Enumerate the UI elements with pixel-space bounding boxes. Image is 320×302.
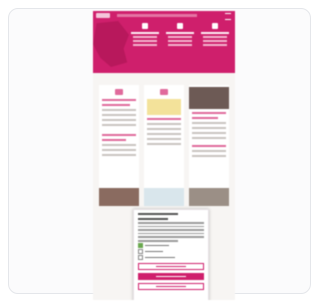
building-icon [212, 23, 218, 29]
cookie-option[interactable] [138, 255, 204, 261]
cookie-consent-dialog [133, 209, 209, 300]
region-map [93, 21, 129, 67]
cookie-option[interactable] [138, 243, 204, 249]
row-photo-1[interactable] [99, 188, 139, 206]
dialog-title [138, 213, 178, 215]
arrow-icon [177, 23, 183, 29]
header-bar [117, 14, 197, 17]
website-screenshot [93, 11, 235, 300]
calendar-icon [115, 89, 123, 95]
row-photo-2[interactable] [144, 188, 184, 206]
hero-banner [93, 11, 235, 73]
photo-icon [189, 87, 229, 109]
save-settings-button[interactable] [138, 262, 204, 270]
necessary-only-button[interactable] [138, 282, 204, 290]
hero-column-arrow[interactable] [164, 23, 196, 48]
people-icon [142, 23, 148, 29]
row-photo-3[interactable] [189, 188, 229, 206]
hero-column-building[interactable] [199, 23, 231, 48]
cookie-option[interactable] [138, 249, 204, 255]
accept-all-button[interactable] [138, 272, 204, 280]
tile-news[interactable] [144, 85, 184, 190]
tile-photo[interactable] [189, 85, 229, 190]
news-icon [160, 89, 168, 95]
hamburger-menu-icon[interactable] [225, 13, 231, 20]
tile-calendar[interactable] [99, 85, 139, 190]
logo-icon[interactable] [96, 13, 110, 18]
hero-column-people[interactable] [129, 23, 161, 48]
